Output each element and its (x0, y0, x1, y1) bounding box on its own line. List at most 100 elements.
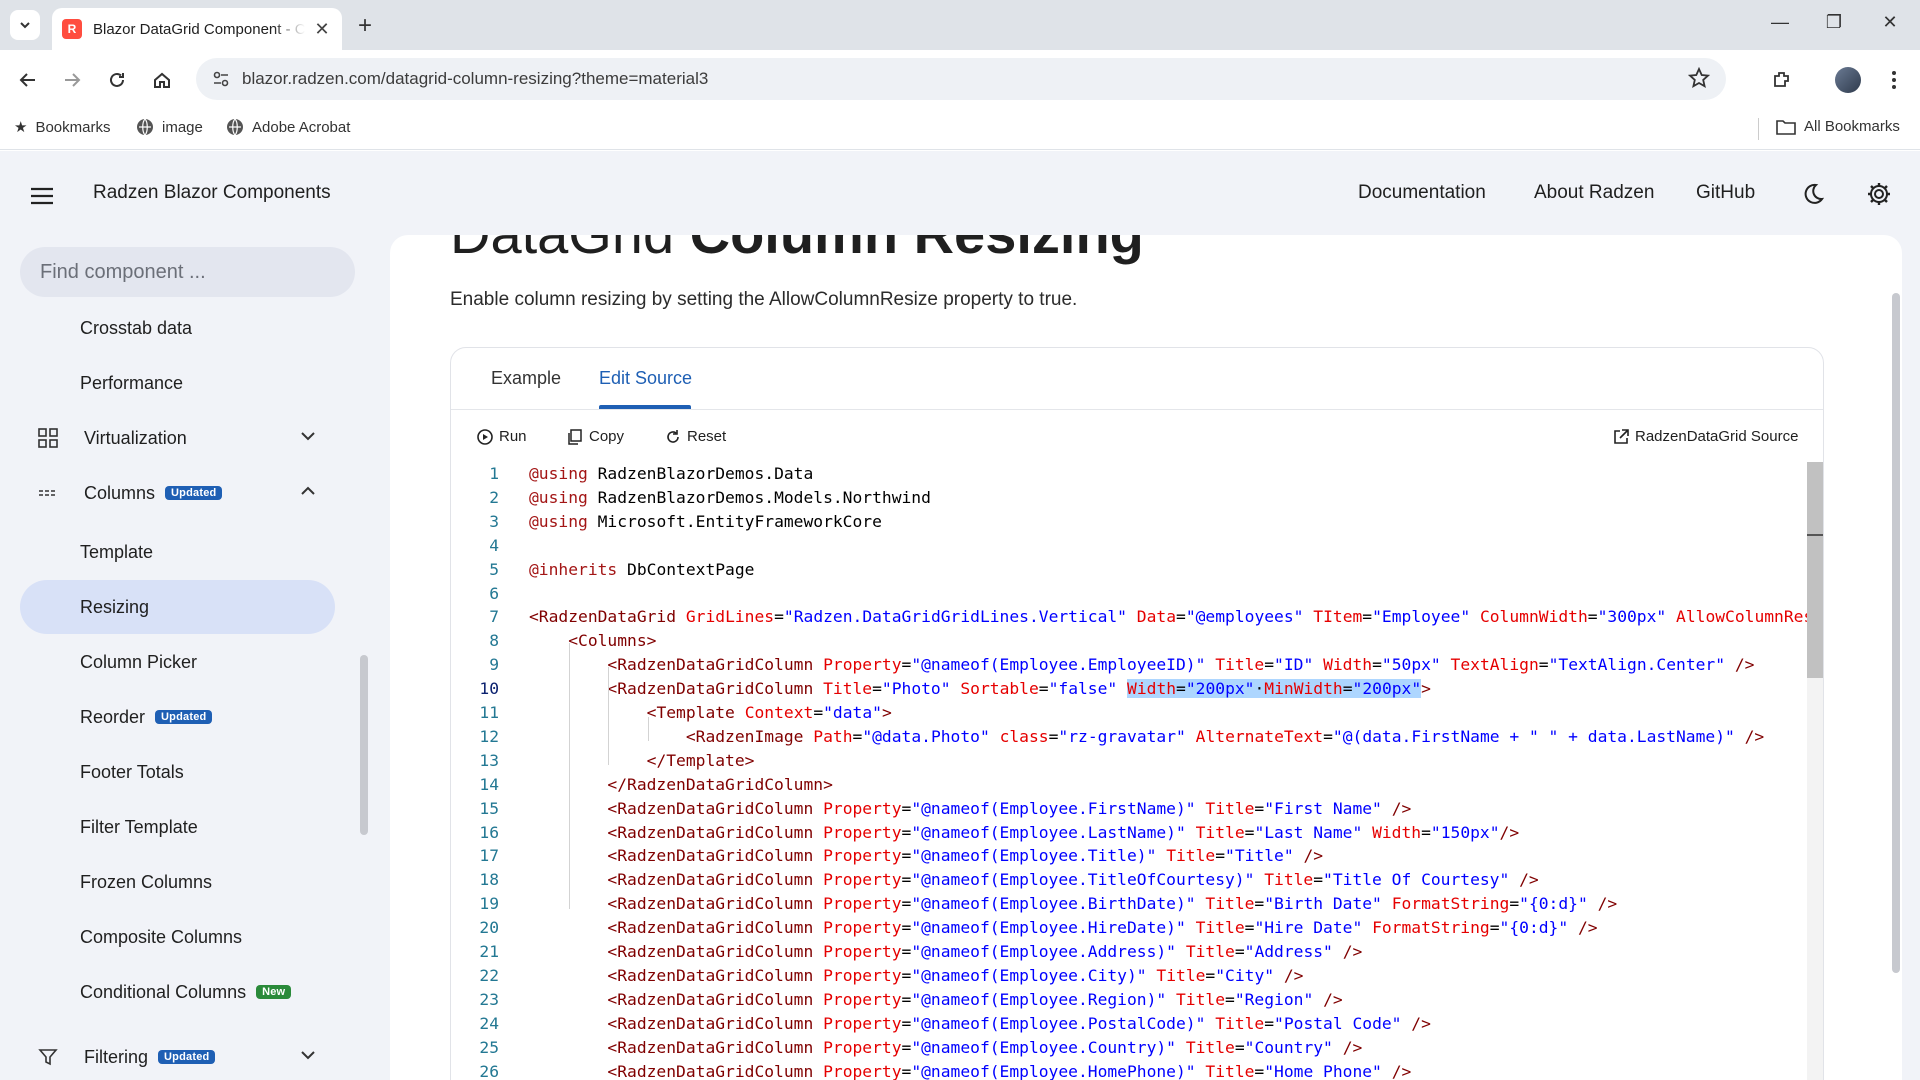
sidebar-item-footer-totals[interactable]: Footer Totals (20, 745, 335, 799)
source-label: RadzenDataGrid Source (1635, 428, 1799, 445)
editor-scrollbar[interactable] (1807, 462, 1823, 1080)
code-token: <RadzenDataGridColumn (607, 798, 814, 818)
find-component-input[interactable]: Find component ... (20, 247, 355, 297)
run-button[interactable]: Run (477, 428, 527, 445)
editor-scrollbar-thumb[interactable] (1807, 462, 1823, 678)
sidebar-item-columns[interactable]: Columns Updated (20, 466, 335, 520)
sidebar-item-conditional-columns[interactable]: Conditional Columns New (20, 965, 335, 1019)
code-editor[interactable]: 1 2 3 4 5 6 7 8 9 10 11 12 13 14 15 16 17 18 19 20 21 22 23 24 2… (451, 462, 1823, 1080)
line-number: 18 (479, 870, 499, 890)
code-token: = (1225, 989, 1235, 1009)
restore-icon[interactable]: ❐ (1814, 12, 1854, 33)
code-token: = (901, 655, 912, 675)
code-token: <RadzenDataGridColumn (607, 679, 814, 699)
sidebar-item-label: Virtualization (84, 427, 187, 448)
menu-icon[interactable] (30, 187, 54, 205)
sidebar-item-crosstab-data[interactable]: Crosstab data (20, 301, 335, 355)
close-window-icon[interactable]: ✕ (1870, 12, 1910, 33)
line-number: 10 (479, 679, 499, 699)
home-icon[interactable] (146, 64, 178, 96)
code-token: "@data.Photo" (862, 726, 990, 746)
line-number: 6 (489, 583, 499, 603)
minimize-icon[interactable]: — (1760, 12, 1800, 33)
code-token: /> (1734, 655, 1755, 675)
line-number: 12 (479, 726, 499, 746)
back-icon[interactable] (12, 64, 44, 96)
code-token: <RadzenDataGridColumn (607, 1037, 814, 1057)
code-line: <Columns> (529, 631, 656, 650)
profile-avatar[interactable] (1832, 64, 1864, 96)
code-token: "@(data.FirstName + " " + data.LastName)… (1332, 726, 1735, 746)
sidebar-item-filtering[interactable]: Filtering Updated (20, 1030, 335, 1080)
browser-tab-strip: R Blazor DataGrid Component - C ✕ + — ❐ … (0, 0, 1920, 50)
address-bar[interactable]: blazor.radzen.com/datagrid-column-resizi… (196, 58, 1726, 100)
settings-gear-icon[interactable] (1864, 179, 1894, 209)
bookmark-item[interactable]: image (136, 118, 203, 136)
browser-menu-icon[interactable] (1878, 64, 1910, 96)
reload-icon[interactable] (101, 64, 133, 96)
sidebar-item-filter-template[interactable]: Filter Template (20, 800, 335, 854)
code-token: = (1215, 846, 1226, 866)
code-token: <Template (646, 703, 735, 722)
bookmark-star-icon[interactable] (1688, 67, 1710, 89)
line-number: 1 (489, 464, 499, 483)
code-line: </RadzenDataGridColumn> (529, 775, 832, 794)
sidebar-item-composite-columns[interactable]: Composite Columns (20, 910, 335, 964)
browser-tab[interactable]: R Blazor DataGrid Component - C ✕ (52, 8, 342, 50)
nav-about-radzen[interactable]: About Radzen (1534, 182, 1654, 204)
code-token: "@nameof(Employee.PostalCode)" (911, 1013, 1206, 1033)
tab-example[interactable]: Example (491, 368, 561, 389)
radzen-favicon-icon: R (62, 19, 82, 39)
code-token: = (1205, 965, 1216, 985)
sidebar-item-reorder[interactable]: Reorder Updated (20, 690, 335, 744)
sidebar-item-frozen-columns[interactable]: Frozen Columns (20, 855, 335, 909)
card-tabs: Example Edit Source (451, 348, 1823, 410)
code-token: "@employees" (1185, 607, 1304, 627)
forward-icon[interactable] (56, 64, 88, 96)
extensions-icon[interactable] (1766, 64, 1798, 96)
tab-edit-source[interactable]: Edit Source (599, 368, 692, 389)
copy-button[interactable]: Copy (567, 428, 624, 445)
sidebar-scrollbar[interactable] (360, 655, 368, 835)
all-bookmarks-button[interactable]: All Bookmarks (1776, 118, 1900, 135)
tab-close-icon[interactable]: ✕ (312, 19, 332, 40)
code-token: "rz-gravatar" (1058, 726, 1186, 746)
code-token: = (1323, 726, 1333, 746)
new-tab-button[interactable]: + (352, 12, 378, 40)
bookmark-item[interactable]: Adobe Acrobat (226, 118, 350, 136)
code-token: = (813, 703, 824, 722)
nav-documentation[interactable]: Documentation (1358, 182, 1486, 204)
nav-github[interactable]: GitHub (1696, 182, 1755, 204)
bookmark-item[interactable]: ★ Bookmarks (14, 118, 111, 137)
sidebar-item-column-picker[interactable]: Column Picker (20, 635, 335, 689)
code-token: "Country" (1244, 1037, 1333, 1057)
bookmark-label: Adobe Acrobat (252, 118, 351, 136)
datagrid-source-link[interactable]: RadzenDataGrid Source (1613, 428, 1798, 445)
code-token: = (1048, 726, 1059, 746)
code-line: </Template> (529, 751, 755, 770)
sidebar-item-performance[interactable]: Performance (20, 356, 335, 410)
code-token: "Postal Code" (1274, 1013, 1402, 1033)
site-info-icon[interactable] (212, 70, 230, 88)
reset-button[interactable]: Reset (665, 428, 726, 445)
sidebar-item-resizing[interactable]: Resizing (20, 580, 335, 634)
tab-search-button[interactable] (10, 10, 40, 40)
code-token: FormatString (1391, 894, 1510, 914)
code-token: = (901, 942, 912, 961)
sidebar-item-label: Resizing (80, 596, 150, 617)
dark-mode-icon[interactable] (1798, 179, 1828, 209)
code-token: DbContextPage (617, 559, 755, 579)
content-scrollbar[interactable] (1892, 293, 1900, 973)
sidebar-item-virtualization[interactable]: Virtualization (20, 411, 335, 465)
code-token: Title (1205, 1061, 1255, 1080)
copy-label: Copy (589, 428, 625, 445)
bookmark-label: Bookmarks (35, 118, 111, 136)
sidebar-item-template[interactable]: Template (20, 525, 335, 579)
